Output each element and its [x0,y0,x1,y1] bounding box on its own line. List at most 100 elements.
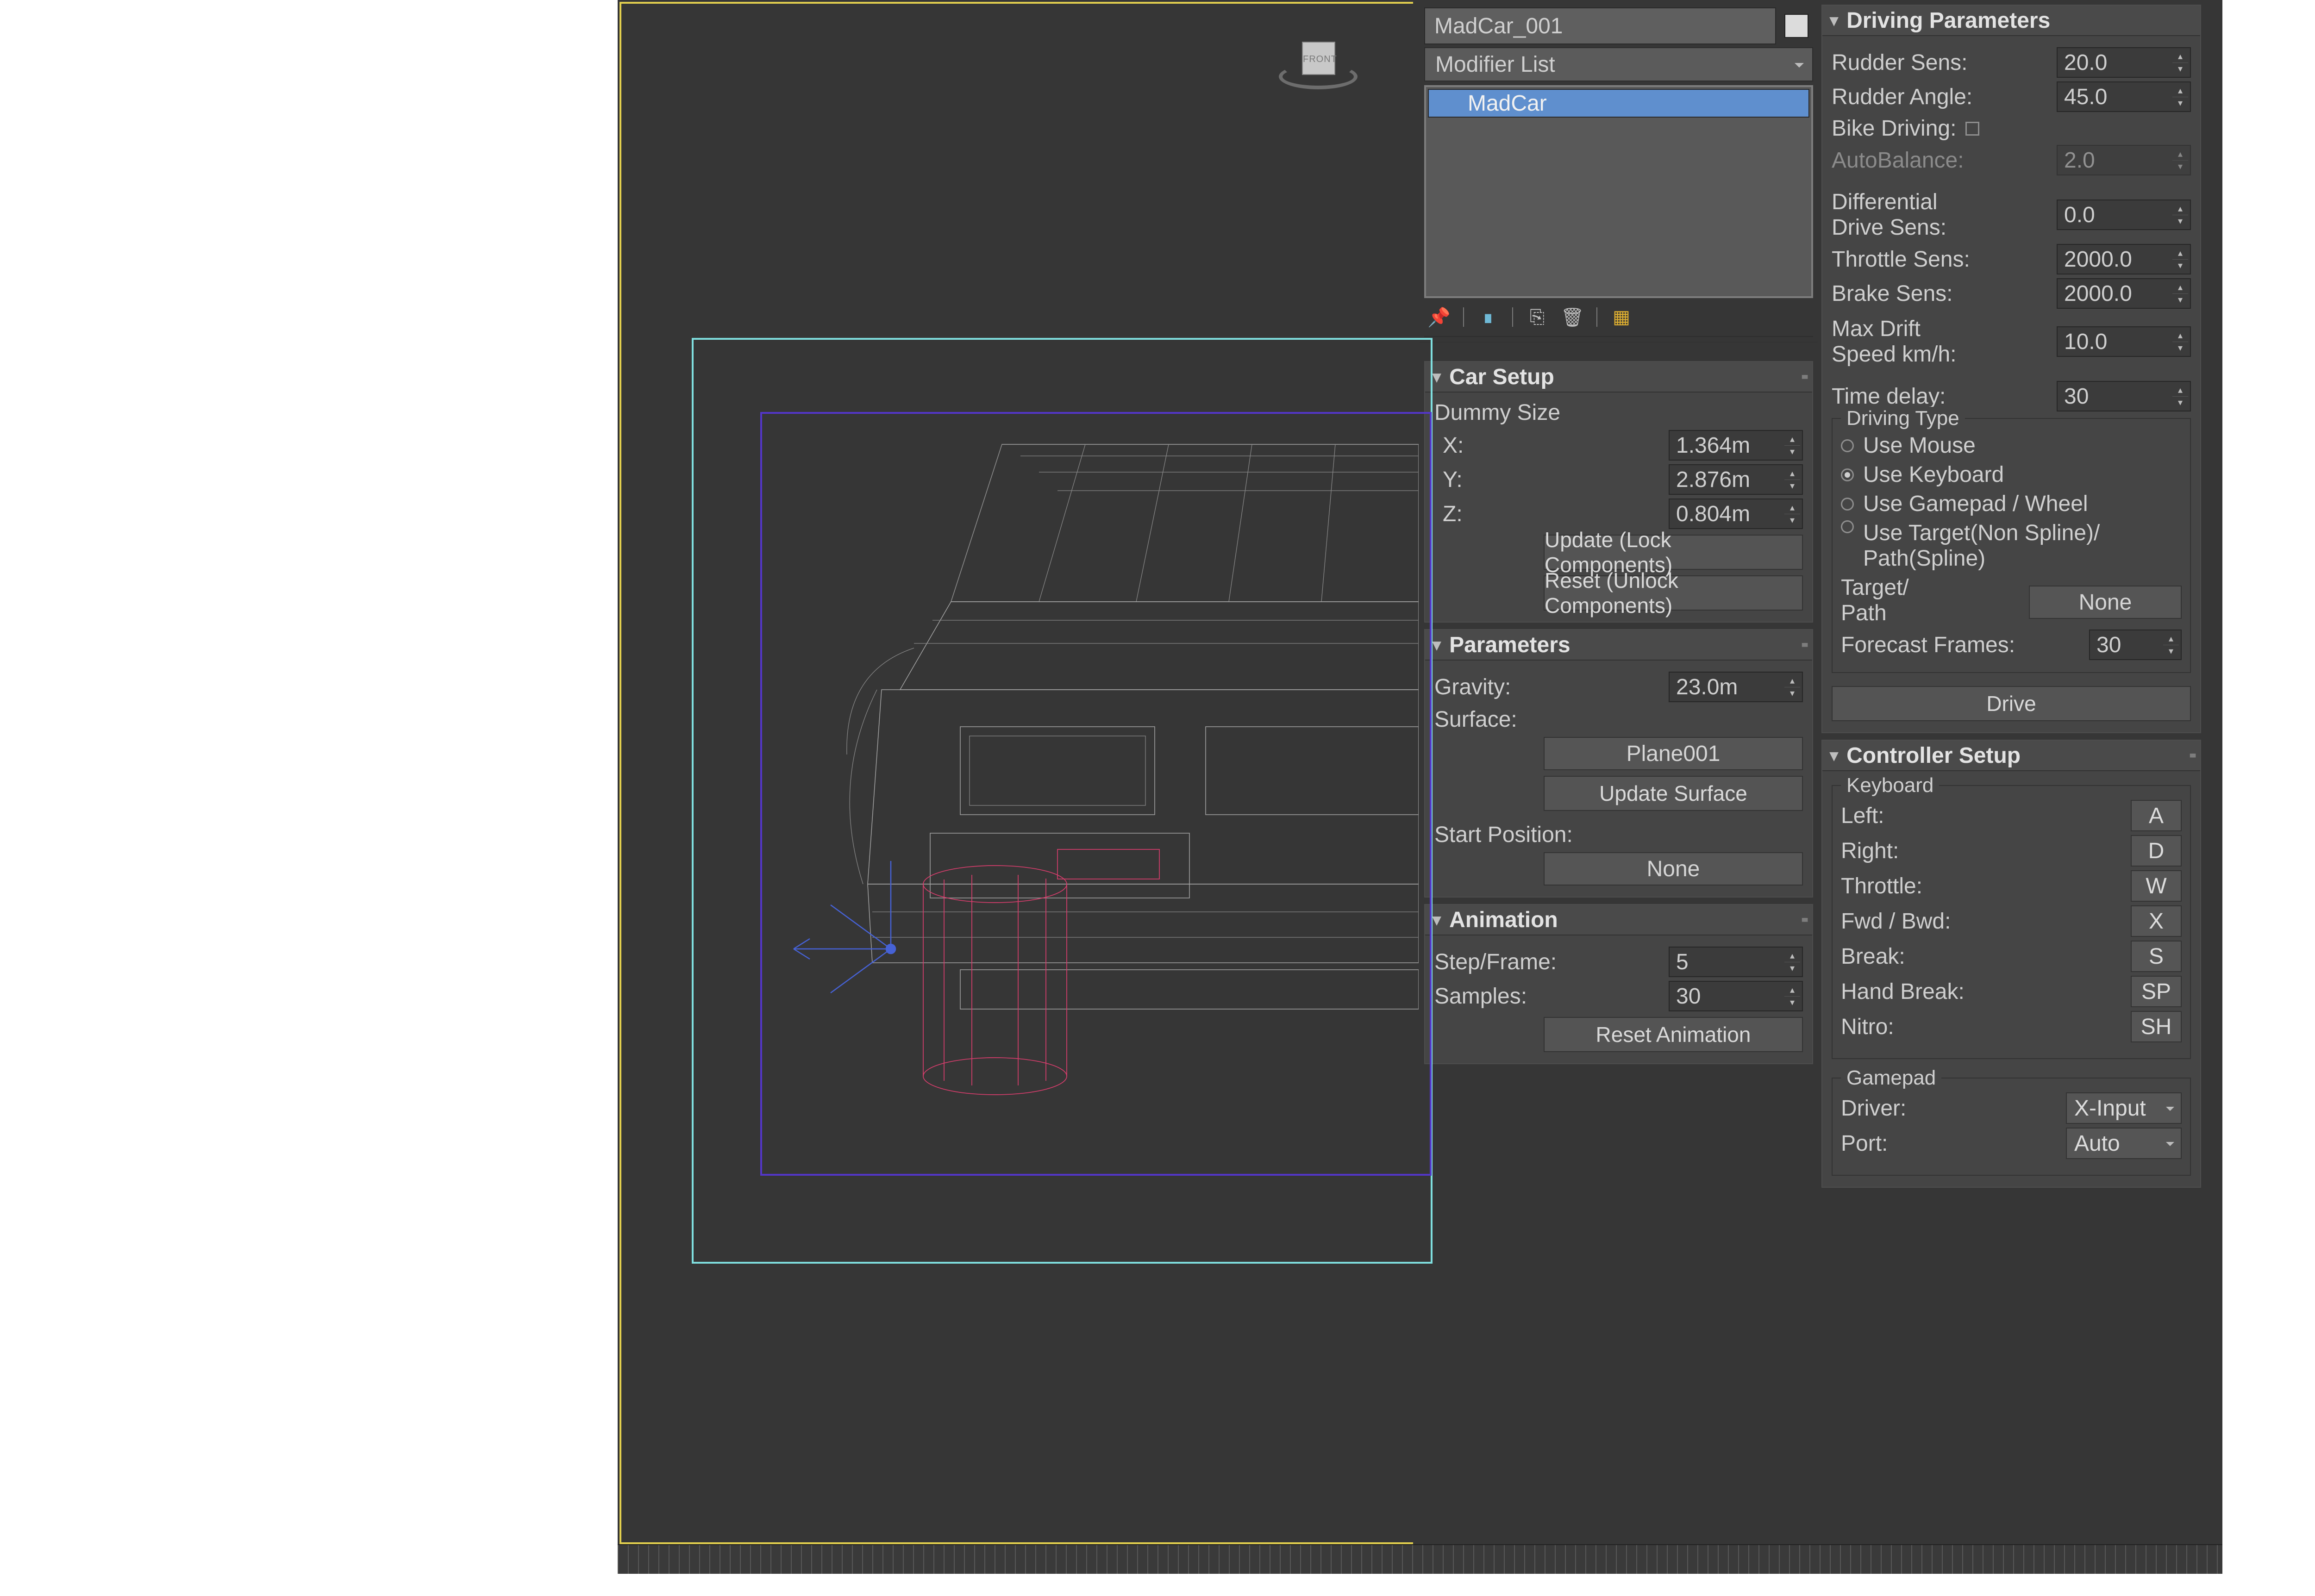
brake-sens-spinner[interactable]: 2000.0▴▾ [2057,278,2191,309]
caret-down-icon: ▾ [1433,910,1441,929]
key-nitro-label: Nitro: [1841,1014,1894,1040]
show-end-result-icon[interactable]: ∎ [1477,306,1499,328]
rollout-header[interactable]: ▾ Driving Parameters [1822,6,2200,36]
remove-modifier-icon[interactable]: 🗑 [1561,306,1583,328]
dummy-x-spinner[interactable]: 1.364m▴▾ [1669,430,1803,461]
gamepad-legend: Gamepad [1841,1066,1941,1090]
reset-animation-button[interactable]: Reset Animation [1544,1017,1803,1052]
rudder-sens-spinner[interactable]: 20.0▴▾ [2057,47,2191,78]
throttle-sens-label: Throttle Sens: [1832,247,1970,272]
radio-use-target[interactable] [1841,520,1854,533]
dummy-z-spinner[interactable]: 0.804m▴▾ [1669,499,1803,529]
key-fwd-button[interactable]: X [2131,905,2182,937]
update-surface-button[interactable]: Update Surface [1544,776,1803,811]
caret-down-icon: ▾ [1433,635,1441,655]
differential-spinner[interactable]: 0.0▴▾ [2057,200,2191,230]
modify-panel-right: ▾ Driving Parameters Rudder Sens: 20.0▴▾… [1821,5,2201,1544]
key-throttle-button[interactable]: W [2131,870,2182,902]
throttle-sens-spinner[interactable]: 2000.0▴▾ [2057,244,2191,274]
viewport[interactable]: FRONT [618,0,1413,1544]
timeline-ruler[interactable] [618,1544,2222,1574]
time-delay-spinner[interactable]: 30▴▾ [2057,381,2191,411]
start-pos-label: Start Position: [1434,822,1803,848]
key-right-button[interactable]: D [2131,835,2182,867]
rollout-title: Parameters [1449,632,1570,658]
rollout-parameters: ▾ Parameters ▪▪ Gravity: 23.0m▴▾ Surface… [1424,629,1813,898]
bike-driving-label: Bike Driving: [1832,116,1956,141]
toolbar-separator [1512,307,1513,327]
dummy-y-spinner[interactable]: 2.876m▴▾ [1669,464,1803,495]
samples-spinner[interactable]: 30▴▾ [1669,981,1803,1011]
radio-label: Use Keyboard [1863,462,2004,487]
port-select[interactable]: Auto [2066,1128,2182,1159]
rollout-title: Controller Setup [1846,743,2021,768]
key-nitro-button[interactable]: SH [2131,1011,2182,1042]
rudder-sens-label: Rudder Sens: [1832,50,1968,75]
keyboard-fieldset: Keyboard Left:A Right:D Throttle:W Fwd /… [1832,785,2191,1059]
modifier-stack-item[interactable]: MadCar [1428,89,1809,118]
panel-divider [1420,342,1818,350]
radio-use-mouse[interactable] [1841,439,1854,452]
key-fwd-label: Fwd / Bwd: [1841,909,1951,934]
rollout-grip-icon[interactable]: ▪▪ [1801,636,1805,654]
rollout-title: Car Setup [1449,364,1554,390]
radio-label: Use Mouse [1863,433,1976,458]
step-frame-label: Step/Frame: [1434,949,1557,975]
configure-modifier-sets-icon[interactable]: ▦ [1610,306,1633,328]
rollout-grip-icon[interactable]: ▪▪ [1801,911,1805,929]
caret-down-icon: ▾ [1830,746,1838,765]
rollout-header[interactable]: ▾ Animation ▪▪ [1425,905,1812,935]
toolbar-separator [1463,307,1464,327]
rollout-header[interactable]: ▾ Car Setup ▪▪ [1425,362,1812,393]
gamepad-fieldset: Gamepad Driver: X-Input Port: Auto [1832,1078,2191,1176]
wirecolor-swatch[interactable] [1784,14,1808,38]
target-path-label: Target/Path [1841,575,1909,626]
surface-pick-button[interactable]: Plane001 [1544,737,1803,770]
radio-use-keyboard[interactable] [1841,468,1854,481]
rollout-title: Animation [1449,907,1558,933]
key-left-button[interactable]: A [2131,800,2182,831]
caret-down-icon: ▾ [1830,11,1838,30]
rollout-title: Driving Parameters [1846,8,2050,33]
forecast-spinner[interactable]: 30▴▾ [2089,630,2182,660]
modifier-list-dropdown[interactable]: Modifier List [1424,47,1813,81]
x-label: X: [1443,433,1464,458]
object-name-input[interactable] [1424,7,1776,44]
viewcube-face-front[interactable]: FRONT [1302,42,1335,75]
driver-label: Driver: [1841,1096,1906,1121]
modifier-stack-item-label: MadCar [1468,91,1547,116]
pin-stack-icon[interactable]: 📌 [1428,306,1450,328]
gravity-spinner[interactable]: 23.0m▴▾ [1669,672,1803,702]
radio-label: Use Target(Non Spline)/Path(Spline) [1863,520,2100,571]
autobalance-spinner: 2.0▴▾ [2057,145,2191,175]
modifier-stack[interactable]: MadCar [1424,85,1813,298]
rudder-angle-spinner[interactable]: 45.0▴▾ [2057,81,2191,112]
radio-label: Use Gamepad / Wheel [1863,491,2088,517]
driving-type-fieldset: Driving Type Use Mouse Use Keyboard Use … [1832,418,2191,673]
update-lock-button[interactable]: Update (Lock Components) [1544,535,1803,570]
drive-button[interactable]: Drive [1832,686,2191,721]
max-drift-spinner[interactable]: 10.0▴▾ [2057,326,2191,357]
rollout-header[interactable]: ▾ Parameters ▪▪ [1425,630,1812,661]
make-unique-icon[interactable]: ⎘ [1526,306,1548,328]
bike-driving-checkbox[interactable] [1965,122,1979,136]
key-left-label: Left: [1841,803,1884,829]
driver-select[interactable]: X-Input [2066,1092,2182,1124]
radio-use-gamepad[interactable] [1841,498,1854,511]
key-hand-break-button[interactable]: SP [2131,976,2182,1007]
target-path-pick[interactable]: None [2029,586,2182,619]
start-pos-pick-button[interactable]: None [1544,852,1803,885]
reset-unlock-button[interactable]: Reset (Unlock Components) [1544,575,1803,611]
rollout-grip-icon[interactable]: ▪▪ [1801,368,1805,386]
rollout-header[interactable]: ▾ Controller Setup ▪▪ [1822,741,2200,771]
car-wireframe[interactable] [761,430,1419,1125]
key-break-button[interactable]: S [2131,941,2182,972]
rollout-grip-icon[interactable]: ▪▪ [2189,747,2193,765]
dummy-size-label: Dummy Size [1434,400,1803,425]
viewcube[interactable]: FRONT [1279,28,1348,97]
driving-type-legend: Driving Type [1841,407,1965,430]
port-label: Port: [1841,1131,1888,1156]
step-frame-spinner[interactable]: 5▴▾ [1669,947,1803,977]
z-label: Z: [1443,501,1463,527]
app-window: FRONT [618,0,2222,1544]
